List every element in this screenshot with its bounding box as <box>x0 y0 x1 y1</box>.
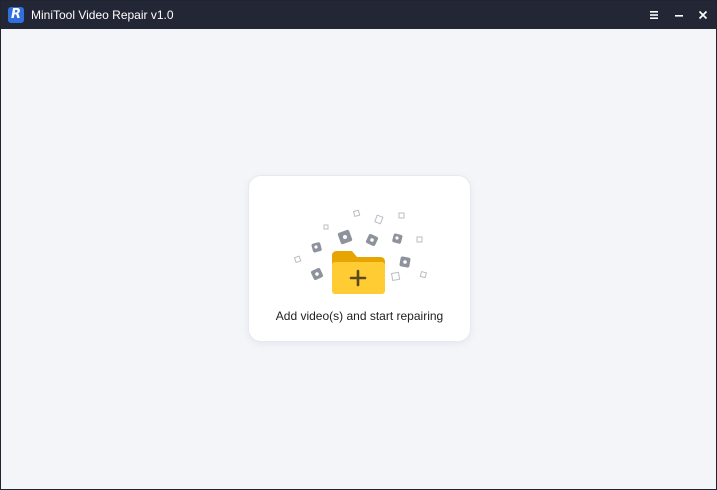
app-logo-letter: R <box>10 7 21 22</box>
add-video-drop-zone[interactable]: Add video(s) and start repairing <box>249 176 470 341</box>
drop-zone-label: Add video(s) and start repairing <box>275 309 444 323</box>
add-folder-illustration <box>293 209 428 294</box>
minimize-icon <box>675 15 683 17</box>
close-button[interactable] <box>693 5 713 25</box>
close-icon <box>698 10 708 20</box>
window-title: MiniTool Video Repair v1.0 <box>31 8 174 22</box>
hamburger-menu-icon <box>650 11 658 19</box>
folder-icon <box>332 251 385 294</box>
menu-button[interactable] <box>644 5 664 25</box>
app-logo-icon: R <box>8 7 24 23</box>
title-bar[interactable]: R MiniTool Video Repair v1.0 <box>1 1 716 29</box>
app-window: R MiniTool Video Repair v1.0 Add video(s… <box>0 0 717 490</box>
minimize-button[interactable] <box>669 5 689 25</box>
